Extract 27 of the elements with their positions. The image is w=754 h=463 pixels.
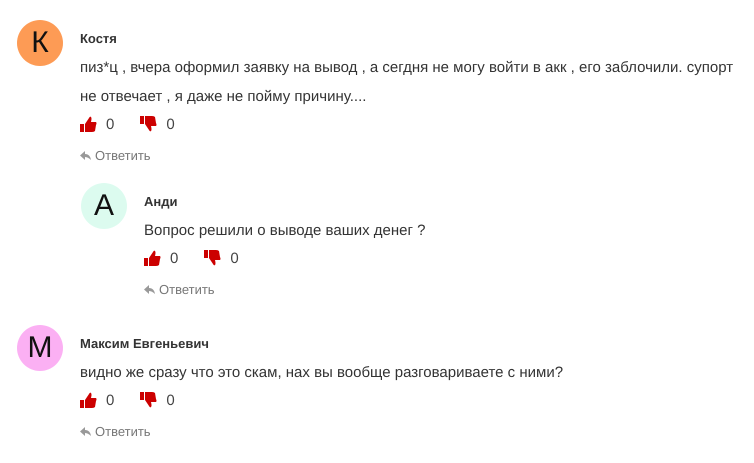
reply-link[interactable]: Ответить: [80, 424, 151, 439]
comment-text: Вопрос решили о выводе ваших денег ?: [144, 221, 426, 241]
avatar: К: [17, 20, 63, 66]
thumbs-up-icon[interactable]: [80, 392, 97, 408]
reply-arrow-icon: [144, 285, 155, 294]
thumbs-up-icon[interactable]: [144, 250, 161, 266]
comment-text: видно же сразу что это скам, нах вы вообще разговариваете с ними?: [80, 363, 564, 383]
thumbs-down-icon[interactable]: [140, 116, 158, 132]
thumbs-down-icon[interactable]: [204, 250, 222, 266]
comment-text: пиз*ц , вчера оформил заявку на вывод , а сегдня не могу войти в акк , его заблочили. супорт не отвечает , я даже не пойму причину....: [80, 58, 734, 107]
reply-arrow-icon: [80, 427, 91, 436]
reply-link[interactable]: Ответить: [80, 148, 151, 163]
reply-link[interactable]: Ответить: [144, 282, 215, 297]
avatar: М: [17, 325, 63, 371]
avatar: А: [81, 183, 127, 229]
dislike-count: 0: [230, 250, 239, 266]
like-count: 0: [106, 116, 114, 132]
dislike-count: 0: [166, 116, 175, 132]
author-name: Максим Евгеньевич: [80, 336, 209, 351]
dislike-count: 0: [166, 392, 175, 408]
author-name: Анди: [144, 194, 178, 209]
like-count: 0: [170, 250, 178, 266]
like-count: 0: [106, 392, 114, 408]
thumbs-down-icon[interactable]: [140, 392, 158, 408]
reply-arrow-icon: [80, 151, 91, 160]
author-name: Костя: [80, 31, 117, 46]
thumbs-up-icon[interactable]: [80, 116, 97, 132]
